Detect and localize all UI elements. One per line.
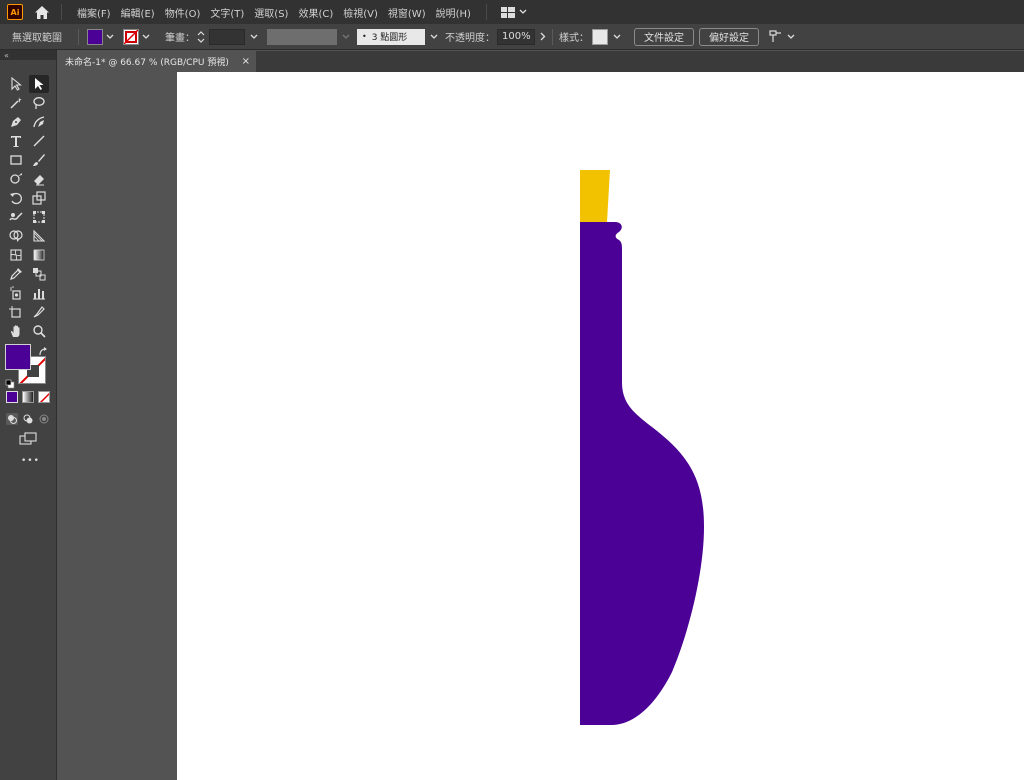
chevron-down-icon[interactable] (141, 32, 151, 42)
draw-behind-icon[interactable] (22, 410, 34, 429)
mesh-tool-icon[interactable] (6, 246, 26, 264)
gradient-tool-icon[interactable] (29, 246, 49, 264)
graphic-style-swatch[interactable] (592, 28, 608, 45)
document-setup-button[interactable]: 文件設定 (634, 27, 694, 46)
menu-window[interactable]: 視窗(W) (383, 5, 431, 20)
artwork-layer (580, 170, 704, 725)
document-tab-bar: 未命名-1* @ 66.67 % (RGB/CPU 預視) × (57, 51, 1024, 72)
rotate-tool-icon[interactable] (6, 189, 26, 207)
symbol-sprayer-tool-icon[interactable] (6, 284, 26, 302)
divider (552, 28, 553, 45)
menu-view[interactable]: 檢視(V) (338, 5, 383, 20)
menu-effect[interactable]: 效果(C) (293, 5, 338, 20)
zoom-tool-icon[interactable] (29, 322, 49, 340)
fill-swatch[interactable] (87, 28, 103, 45)
slice-tool-icon[interactable] (29, 303, 49, 321)
selection-status: 無選取範圍 (12, 33, 62, 44)
arrange-documents-icon[interactable] (769, 30, 782, 43)
menu-bar: Ai 檔案(F) 編輯(E) 物件(O) 文字(T) 選取(S) 效果(C) 檢… (0, 0, 1024, 24)
eraser-tool-icon[interactable] (29, 170, 49, 188)
chevron-down-icon[interactable] (429, 32, 439, 42)
warp-tool-icon[interactable] (6, 208, 26, 226)
draw-normal-icon[interactable] (6, 410, 18, 429)
home-icon[interactable] (33, 3, 51, 21)
menu-separator (61, 4, 62, 20)
direct-selection-tool-icon[interactable] (29, 75, 49, 93)
line-segment-tool-icon[interactable] (29, 132, 49, 150)
menu-edit[interactable]: 編輯(E) (116, 5, 160, 20)
preferences-button[interactable]: 偏好設定 (699, 27, 759, 46)
brush-definition-field[interactable]: • 3 點圓形 (357, 28, 425, 45)
stroke-weight-input[interactable] (209, 28, 245, 45)
shaper-tool-icon[interactable] (6, 170, 26, 188)
menu-type[interactable]: 文字(T) (205, 5, 249, 20)
bottle-cork[interactable] (580, 170, 610, 222)
shape-builder-tool-icon[interactable] (6, 227, 26, 245)
swap-fill-stroke-icon[interactable] (38, 342, 48, 361)
column-graph-tool-icon[interactable] (29, 284, 49, 302)
control-bar: 無選取範圍 筆畫： • 3 點圓形 不透明度： 100% 樣式： 文件設定 偏好… (0, 24, 1024, 50)
screen-mode-icon[interactable] (19, 430, 37, 449)
divider (78, 28, 79, 45)
chevron-down-icon[interactable] (786, 32, 796, 42)
menu-object[interactable]: 物件(O) (160, 5, 206, 20)
chevron-down-icon (519, 9, 527, 14)
stroke-label: 筆畫： (165, 33, 195, 44)
workspace-grid-icon (500, 6, 515, 18)
brush-dot-icon: • (362, 32, 367, 41)
artboard-tool-icon[interactable] (6, 303, 26, 321)
chevron-down-icon[interactable] (249, 32, 259, 42)
edit-toolbar-button[interactable]: ••• (21, 456, 40, 466)
pen-tool-icon[interactable] (6, 113, 26, 131)
rectangle-tool-icon[interactable] (6, 151, 26, 169)
close-icon[interactable]: × (242, 56, 250, 67)
lasso-tool-icon[interactable] (29, 94, 49, 112)
color-mode-icon[interactable] (6, 391, 18, 403)
blend-tool-icon[interactable] (29, 265, 49, 283)
type-tool-icon[interactable] (6, 132, 26, 150)
tools-panel-collapse[interactable]: « (0, 50, 56, 60)
chevron-down-icon[interactable] (612, 32, 622, 42)
perspective-grid-tool-icon[interactable] (29, 227, 49, 245)
workspace-switcher[interactable] (497, 6, 531, 18)
style-label: 樣式： (559, 33, 589, 44)
brush-name: 3 點圓形 (371, 33, 408, 43)
hand-tool-icon[interactable] (6, 322, 26, 340)
selection-tool-icon[interactable] (6, 75, 26, 93)
document-tab-title: 未命名-1* @ 66.67 % (RGB/CPU 預視) (65, 58, 229, 68)
chevron-down-icon[interactable] (105, 32, 115, 42)
chevron-down-icon[interactable] (341, 32, 351, 42)
stroke-weight-stepper-icon[interactable] (197, 30, 205, 44)
scale-tool-icon[interactable] (29, 189, 49, 207)
stroke-swatch[interactable] (123, 28, 139, 45)
gradient-mode-icon[interactable] (22, 391, 34, 403)
pasteboard[interactable] (57, 72, 1024, 780)
none-mode-icon[interactable] (38, 391, 50, 403)
chevron-right-icon[interactable] (540, 32, 546, 41)
app-logo: Ai (7, 4, 23, 20)
variable-width-profile[interactable] (267, 28, 337, 45)
paintbrush-tool-icon[interactable] (29, 151, 49, 169)
eyedropper-tool-icon[interactable] (6, 265, 26, 283)
menu-select[interactable]: 選取(S) (249, 5, 293, 20)
curvature-tool-icon[interactable] (29, 113, 49, 131)
illustrator-window: Ai 檔案(F) 編輯(E) 物件(O) 文字(T) 選取(S) 效果(C) 檢… (0, 0, 1024, 780)
bottle-half-shape[interactable] (580, 222, 704, 725)
opacity-label: 不透明度： (445, 33, 495, 44)
free-transform-tool-icon[interactable] (29, 208, 49, 226)
magic-wand-tool-icon[interactable] (6, 94, 26, 112)
opacity-input[interactable]: 100% (497, 28, 535, 45)
menu-file[interactable]: 檔案(F) (72, 5, 116, 20)
menu-items: 檔案(F) 編輯(E) 物件(O) 文字(T) 選取(S) 效果(C) 檢視(V… (72, 5, 476, 20)
artboard[interactable] (177, 72, 1024, 780)
menu-separator (485, 4, 487, 20)
document-tab[interactable]: 未命名-1* @ 66.67 % (RGB/CPU 預視) × (57, 51, 256, 72)
fill-color-box[interactable] (5, 344, 31, 370)
draw-inside-icon[interactable] (38, 410, 50, 429)
tools-panel: « ••• (0, 50, 57, 780)
menu-help[interactable]: 說明(H) (431, 5, 476, 20)
